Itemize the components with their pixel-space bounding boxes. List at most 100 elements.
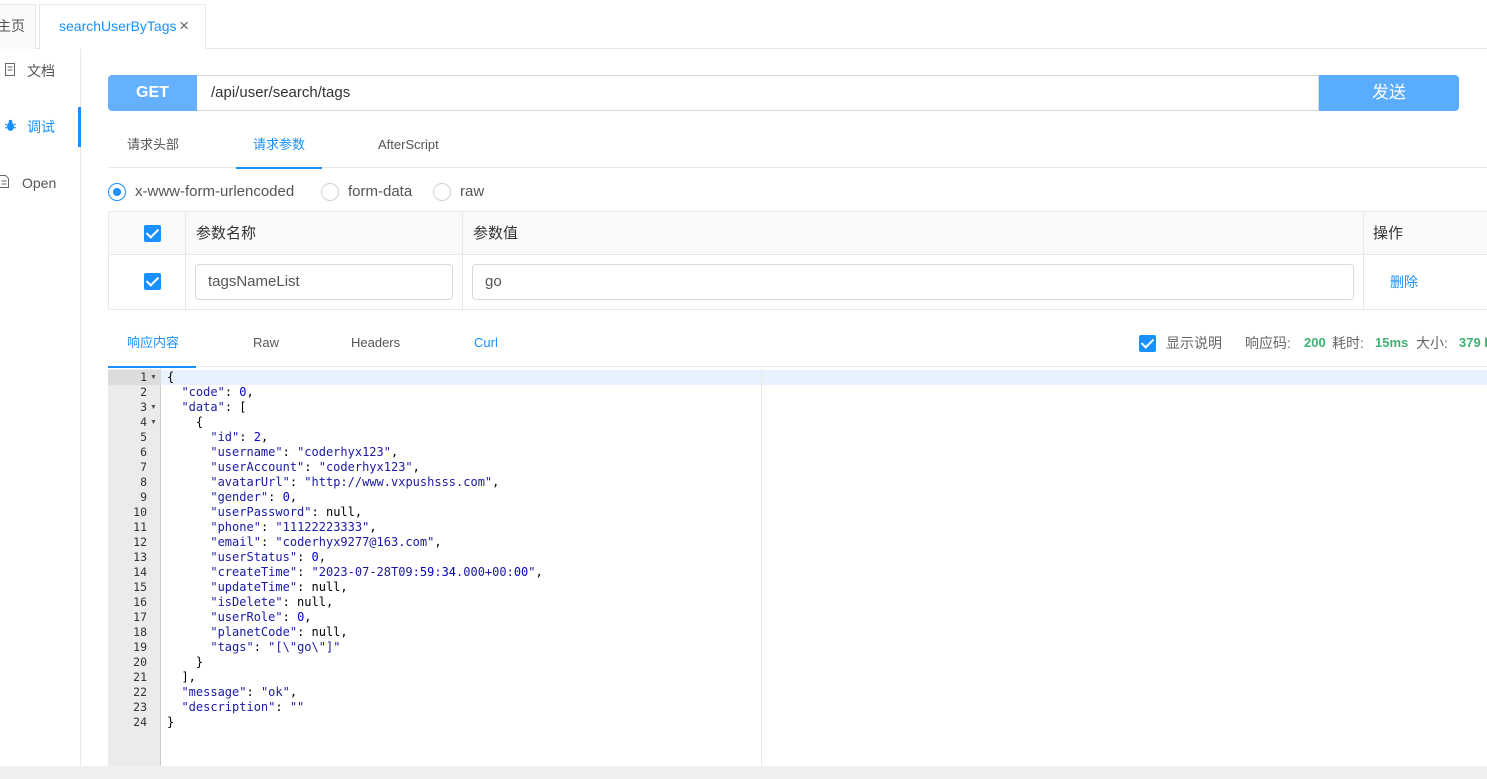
column-divider — [462, 212, 463, 309]
code-line: "updateTime": null, — [210, 580, 348, 594]
request-tabs: 请求头部 请求参数 AfterScript — [108, 123, 1487, 169]
code-line: "gender": 0, — [210, 490, 298, 504]
column-divider — [185, 212, 186, 309]
tab-home-label: 主页 — [0, 18, 25, 34]
line-number: 1 — [140, 370, 147, 384]
response-code: { "code": 0, "data": [ { "id": 2, "usern… — [167, 370, 543, 730]
line-number: 10 — [133, 505, 147, 519]
code-line: "email": "coderhyx9277@163.com", — [210, 535, 442, 549]
code-line: "planetCode": null, — [210, 625, 348, 639]
tab-home[interactable]: 主页 — [0, 4, 36, 49]
horizontal-scrollbar[interactable] — [0, 766, 1487, 779]
body-type-radios: x-www-form-urlencoded form-data raw — [108, 180, 608, 204]
tab-search-user-by-tags[interactable]: searchUserByTags × — [39, 4, 206, 50]
show-description-label: 显示说明 — [1166, 335, 1222, 351]
line-number: 24 — [133, 715, 147, 729]
column-header-action: 操作 — [1373, 225, 1404, 242]
code-line: "message": "ok", — [181, 685, 298, 699]
tab-after-script[interactable]: AfterScript — [378, 123, 439, 168]
code-line: "tags": "[\"go\"]" — [210, 640, 341, 654]
sidebar-item-label: 文档 — [27, 63, 55, 79]
line-number: 6 — [140, 445, 147, 459]
close-icon[interactable]: × — [179, 5, 189, 47]
code-line: ], — [167, 670, 196, 684]
method-select[interactable]: GET — [108, 75, 197, 111]
time-label: 耗时: — [1332, 335, 1364, 351]
code-line: "isDelete": null, — [210, 595, 334, 609]
line-number: 11 — [133, 520, 147, 534]
url-input[interactable]: /api/user/search/tags — [197, 75, 1319, 111]
response-tabs: 响应内容 Raw Headers Curl 显示说明 响应码: 200 耗时: … — [107, 323, 1487, 368]
delete-link[interactable]: 删除 — [1390, 255, 1418, 310]
select-all-checkbox[interactable] — [144, 225, 161, 242]
line-number: 13 — [133, 550, 147, 564]
sidebar-item-open[interactable]: Open — [0, 163, 80, 203]
radio-dot — [321, 183, 339, 201]
radio-label: form-data — [348, 183, 413, 200]
radio-dot — [108, 183, 126, 201]
send-button[interactable]: 发送 — [1319, 75, 1459, 111]
tab-response-content[interactable]: 响应内容 — [107, 323, 197, 368]
line-number: 21 — [133, 670, 147, 684]
tab-request-params[interactable]: 请求参数 — [235, 123, 323, 169]
param-value-input[interactable]: go — [472, 264, 1354, 300]
tab-raw[interactable]: Raw — [253, 323, 279, 367]
sidebar-item-debug[interactable]: 调试 — [0, 107, 81, 147]
table-row: tagsNameList go 删除 — [109, 255, 1487, 310]
column-divider — [1363, 212, 1364, 309]
tab-bar: 主页 searchUserByTags × — [0, 0, 1487, 50]
code-line: "avatarUrl": "http://www.vxpushsss.com", — [210, 475, 500, 489]
size-label: 大小: — [1416, 335, 1448, 351]
response-editor[interactable]: 1 ▼ 2 3 ▼ 4 ▼ 5 6 7 8 9 10 11 12 13 14 15 16 17 18 19 20 21 22 23… — [108, 369, 1487, 766]
sidebar: 文档 调试 Open — [0, 49, 81, 779]
row-checkbox[interactable] — [144, 273, 161, 290]
column-header-value: 参数值 — [473, 225, 519, 242]
sidebar-item-docs[interactable]: 文档 — [0, 51, 80, 91]
print-margin — [761, 369, 762, 766]
size-value: 379 b — [1459, 335, 1487, 350]
code-line: } — [167, 715, 175, 729]
code-line: "userStatus": 0, — [210, 550, 326, 564]
code-line: "phone": "11122223333", — [210, 520, 377, 534]
line-number: 15 — [133, 580, 147, 594]
tab-headers[interactable]: Headers — [351, 323, 400, 367]
sidebar-item-label: 调试 — [27, 119, 55, 135]
tab-request-headers[interactable]: 请求头部 — [127, 123, 179, 168]
line-number: 22 — [133, 685, 147, 699]
radio-dot — [433, 183, 451, 201]
code-line: { — [167, 370, 175, 384]
sidebar-item-label: Open — [22, 175, 57, 191]
line-number: 18 — [133, 625, 147, 639]
line-number: 8 — [140, 475, 147, 489]
bug-icon — [4, 107, 17, 147]
line-number-gutter: 1 ▼ 2 3 ▼ 4 ▼ 5 6 7 8 9 10 11 12 13 14 15 16 17 18 19 20 21 22 23… — [108, 369, 161, 766]
line-number: 16 — [133, 595, 147, 609]
line-number: 19 — [133, 640, 147, 654]
radio-label: raw — [460, 183, 485, 200]
line-number: 12 — [133, 535, 147, 549]
radio-label: x-www-form-urlencoded — [135, 183, 295, 200]
code-line: "description": "" — [181, 700, 305, 714]
response-info: 显示说明 响应码: 200 耗时: 15ms 大小: 379 b — [1139, 323, 1487, 363]
params-table-header: 参数名称 参数值 操作 — [109, 212, 1487, 255]
line-number: 9 — [140, 490, 147, 504]
line-number: 23 — [133, 700, 147, 714]
line-number: 17 — [133, 610, 147, 624]
param-name-input[interactable]: tagsNameList — [195, 264, 453, 300]
fold-toggle-icon[interactable]: ▼ — [150, 400, 159, 415]
tab-curl[interactable]: Curl — [474, 323, 498, 367]
fold-toggle-icon[interactable]: ▼ — [150, 415, 159, 430]
document-icon — [4, 51, 16, 91]
request-line: GET /api/user/search/tags 发送 — [108, 75, 1459, 111]
code-line: "code": 0, — [181, 385, 254, 399]
code-line: "username": "coderhyx123", — [210, 445, 399, 459]
fold-toggle-icon[interactable]: ▼ — [150, 370, 159, 385]
status-code-value: 200 — [1304, 335, 1326, 350]
column-header-name: 参数名称 — [196, 225, 257, 242]
code-line: "userPassword": null, — [210, 505, 363, 519]
code-line: "createTime": "2023-07-28T09:59:34.000+0… — [210, 565, 543, 579]
status-code-label: 响应码: — [1245, 335, 1291, 351]
code-line: { — [167, 415, 204, 429]
show-description-checkbox[interactable] — [1139, 335, 1156, 352]
code-line: "userRole": 0, — [210, 610, 312, 624]
